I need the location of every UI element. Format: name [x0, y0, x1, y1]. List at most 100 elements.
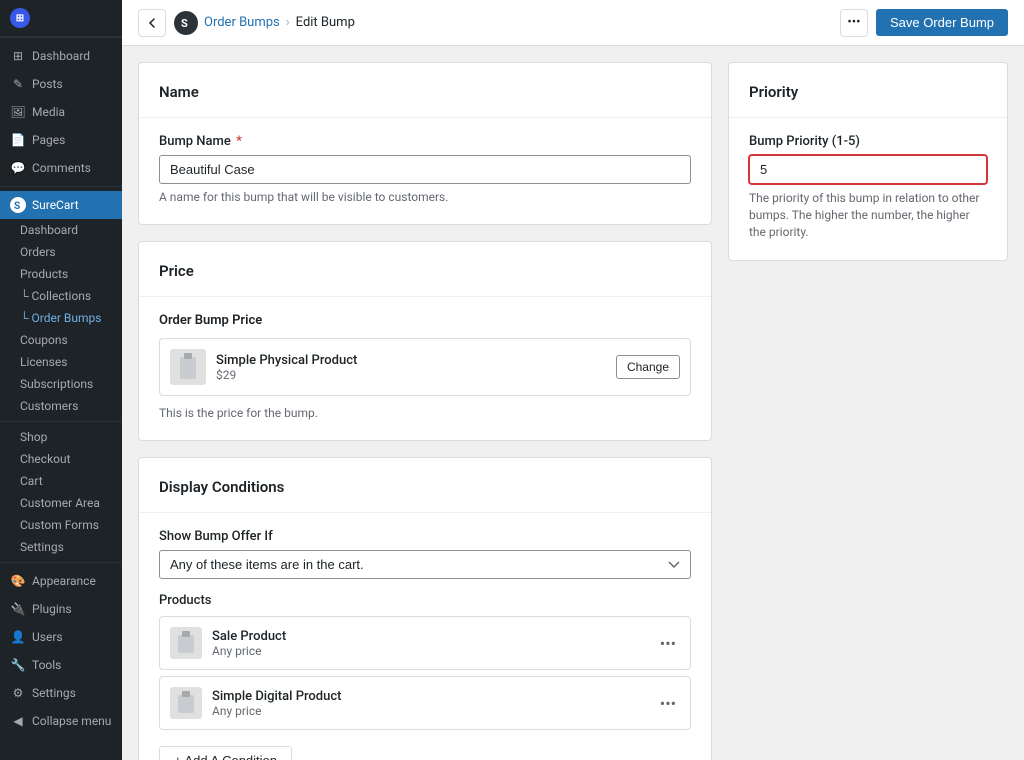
svg-text:S: S [14, 201, 20, 212]
sidebar-shop-section: Shop Checkout Cart Customer Area Custom … [0, 421, 122, 562]
collapse-icon: ◀ [10, 713, 26, 729]
settings-icon: ⚙ [10, 685, 26, 701]
sidebar-item-dashboard[interactable]: ⊞ Dashboard [0, 42, 122, 70]
dashboard-icon: ⊞ [10, 8, 30, 28]
breadcrumb: S Order Bumps › Edit Bump [174, 11, 355, 35]
price-card: Price Order Bump Price Simple Physical P… [138, 241, 712, 441]
digital-product-more-button[interactable]: ••• [656, 692, 680, 715]
sidebar-item-media[interactable]: 🖼 Media [0, 98, 122, 126]
sidebar-item-licenses[interactable]: Licenses [0, 351, 122, 373]
main-column: Name Bump Name * A name for this bump th… [138, 62, 712, 744]
pages-icon: 📄 [10, 132, 26, 148]
sidebar-item-coupons[interactable]: Coupons [0, 329, 122, 351]
sidebar-item-users[interactable]: 👤 Users [0, 623, 122, 651]
sidebar-item-surecart[interactable]: S SureCart [0, 191, 122, 219]
sidebar-item-cart[interactable]: Cart [0, 470, 122, 492]
more-options-button[interactable]: ••• [840, 9, 868, 37]
tools-icon: 🔧 [10, 657, 26, 673]
list-item: Sale Product Any price ••• [159, 616, 691, 670]
sidebar-item-checkout[interactable]: Checkout [0, 448, 122, 470]
sidebar-item-plugins[interactable]: 🔌 Plugins [0, 595, 122, 623]
media-icon: 🖼 [10, 104, 26, 120]
sale-product-sub: Any price [212, 644, 646, 658]
appearance-icon: 🎨 [10, 573, 26, 589]
sidebar-item-orders[interactable]: Orders [0, 241, 122, 263]
sidebar-item-comments[interactable]: 💬 Comments [0, 154, 122, 182]
sidebar-item-customers[interactable]: Customers [0, 395, 122, 417]
name-card: Name Bump Name * A name for this bump th… [138, 62, 712, 225]
breadcrumb-sep-1: › [286, 15, 290, 30]
display-conditions-title: Display Conditions [159, 478, 691, 496]
surecart-icon: S [10, 197, 26, 213]
sidebar-item-shop[interactable]: Shop [0, 426, 122, 448]
bump-priority-input[interactable] [749, 155, 987, 184]
digital-product-name: Simple Digital Product [212, 689, 646, 704]
products-section-label: Products [159, 593, 691, 608]
show-bump-select[interactable]: Any of these items are in the cart. All … [159, 550, 691, 579]
sidebar-wp-section: ⊞ Dashboard ✎ Posts 🖼 Media 📄 Pages 💬 Co… [0, 37, 122, 186]
name-card-title: Name [159, 83, 691, 101]
sidebar-item-settings-wp[interactable]: ⚙ Settings [0, 679, 122, 707]
breadcrumb-order-bumps-link[interactable]: Order Bumps [204, 15, 280, 30]
required-indicator: * [236, 134, 242, 149]
change-product-button[interactable]: Change [616, 355, 680, 379]
users-icon: 👤 [10, 629, 26, 645]
price-card-title: Price [159, 262, 691, 280]
posts-icon: ✎ [10, 76, 26, 92]
bump-name-hint: A name for this bump that will be visibl… [159, 190, 691, 204]
digital-product-sub: Any price [212, 704, 646, 718]
back-button[interactable] [138, 9, 166, 37]
svg-text:S: S [181, 17, 188, 30]
topbar: S Order Bumps › Edit Bump ••• Save Order… [122, 0, 1024, 46]
list-item: Simple Digital Product Any price ••• [159, 676, 691, 730]
sidebar-item-custom-forms[interactable]: Custom Forms [0, 514, 122, 536]
breadcrumb-current: Edit Bump [296, 15, 355, 30]
sidebar-item-subscriptions[interactable]: Subscriptions [0, 373, 122, 395]
priority-hint: The priority of this bump in relation to… [749, 190, 987, 240]
bump-name-input[interactable] [159, 155, 691, 184]
sidebar-item-appearance[interactable]: 🎨 Appearance [0, 567, 122, 595]
priority-card: Priority Bump Priority (1-5) The priorit… [728, 62, 1008, 261]
sidebar-bottom-section: 🎨 Appearance 🔌 Plugins 👤 Users 🔧 Tools ⚙… [0, 562, 122, 739]
display-conditions-card: Display Conditions Show Bump Offer If An… [138, 457, 712, 760]
conditions-divider [139, 512, 711, 513]
sidebar-item-settings-sc[interactable]: Settings [0, 536, 122, 558]
product-thumb [170, 349, 206, 385]
save-order-bump-button[interactable]: Save Order Bump [876, 9, 1008, 36]
product-price-row: Simple Physical Product $29 Change [159, 338, 691, 396]
digital-product-info: Simple Digital Product Any price [212, 689, 646, 718]
sidebar-logo: ⊞ [0, 0, 122, 37]
price-hint: This is the price for the bump. [159, 406, 691, 420]
price-divider [139, 296, 711, 297]
product-info: Simple Physical Product $29 [216, 353, 606, 382]
content-area: Name Bump Name * A name for this bump th… [122, 46, 1024, 760]
sidebar-item-products[interactable]: Products [0, 263, 122, 285]
sidebar-item-tools[interactable]: 🔧 Tools [0, 651, 122, 679]
name-divider [139, 117, 711, 118]
dashboard-wp-icon: ⊞ [10, 48, 26, 64]
priority-divider [729, 117, 1007, 118]
bump-priority-label: Bump Priority (1-5) [749, 134, 987, 149]
sale-product-more-button[interactable]: ••• [656, 632, 680, 655]
comments-icon: 💬 [10, 160, 26, 176]
sale-product-name: Sale Product [212, 629, 646, 644]
sidebar-item-collapse[interactable]: ◀ Collapse menu [0, 707, 122, 735]
sidebar: ⊞ ⊞ Dashboard ✎ Posts 🖼 Media 📄 Pages 💬 … [0, 0, 122, 760]
sidebar-item-pages[interactable]: 📄 Pages [0, 126, 122, 154]
sidebar-item-customer-area[interactable]: Customer Area [0, 492, 122, 514]
side-column: Priority Bump Priority (1-5) The priorit… [728, 62, 1008, 744]
priority-card-title: Priority [749, 83, 987, 101]
digital-product-thumb [170, 687, 202, 719]
surecart-brand-icon: S [174, 11, 198, 35]
product-price: $29 [216, 368, 606, 382]
show-bump-label: Show Bump Offer If [159, 529, 691, 544]
sale-product-thumb [170, 627, 202, 659]
bump-name-label: Bump Name * [159, 134, 691, 149]
sidebar-item-collections[interactable]: └ Collections [0, 285, 122, 307]
sale-product-info: Sale Product Any price [212, 629, 646, 658]
sidebar-item-posts[interactable]: ✎ Posts [0, 70, 122, 98]
add-condition-button[interactable]: + Add A Condition [159, 746, 292, 760]
sidebar-item-dashboard-sc[interactable]: Dashboard [0, 219, 122, 241]
product-name: Simple Physical Product [216, 353, 606, 368]
sidebar-item-order-bumps[interactable]: └ Order Bumps [0, 307, 122, 329]
